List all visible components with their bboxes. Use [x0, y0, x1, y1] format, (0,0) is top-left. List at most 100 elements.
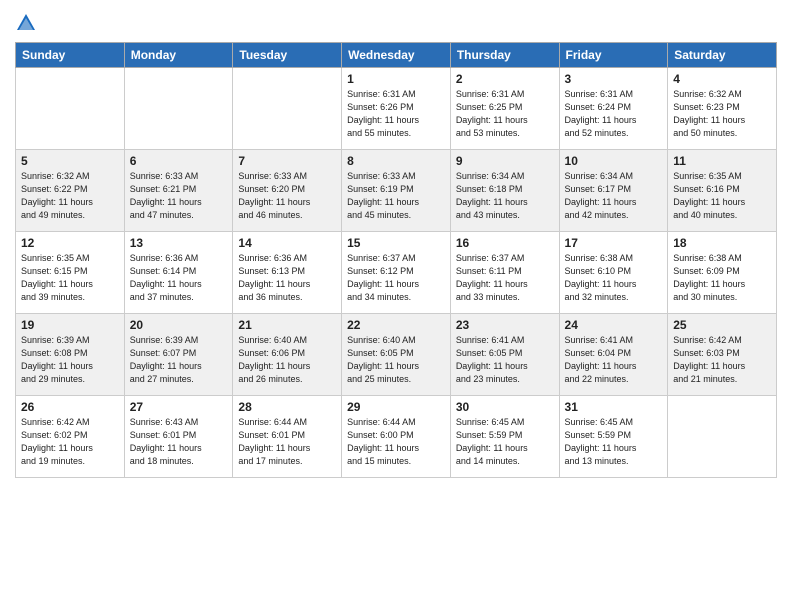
day-info: Sunrise: 6:33 AM Sunset: 6:19 PM Dayligh…	[347, 170, 445, 222]
day-info: Sunrise: 6:42 AM Sunset: 6:03 PM Dayligh…	[673, 334, 771, 386]
day-info: Sunrise: 6:34 AM Sunset: 6:18 PM Dayligh…	[456, 170, 554, 222]
calendar-cell: 12Sunrise: 6:35 AM Sunset: 6:15 PM Dayli…	[16, 232, 125, 314]
logo-icon	[15, 12, 37, 34]
day-number: 8	[347, 154, 445, 168]
day-info: Sunrise: 6:44 AM Sunset: 6:01 PM Dayligh…	[238, 416, 336, 468]
calendar-cell: 16Sunrise: 6:37 AM Sunset: 6:11 PM Dayli…	[450, 232, 559, 314]
day-header-thursday: Thursday	[450, 43, 559, 68]
day-info: Sunrise: 6:37 AM Sunset: 6:12 PM Dayligh…	[347, 252, 445, 304]
calendar-cell: 25 Sunrise: 6:42 AM Sunset: 6:03 PM Dayli…	[668, 314, 777, 396]
day-header-monday: Monday	[124, 43, 233, 68]
calendar-cell: 19 Sunrise: 6:39 AM Sunset: 6:08 PM Dayli…	[16, 314, 125, 396]
calendar-cell: 5 Sunrise: 6:32 AM Sunset: 6:22 PM Daylig…	[16, 150, 125, 232]
day-number: 13	[130, 236, 228, 250]
calendar-cell: 13 Sunrise: 6:36 AM Sunset: 6:14 PM Dayli…	[124, 232, 233, 314]
day-number: 18	[673, 236, 771, 250]
day-info: Sunrise: 6:39 AM Sunset: 6:07 PM Dayligh…	[130, 334, 228, 386]
day-number: 19	[21, 318, 119, 332]
calendar-cell: 2Sunrise: 6:31 AM Sunset: 6:25 PM Daylig…	[450, 68, 559, 150]
day-info: Sunrise: 6:40 AM Sunset: 6:05 PM Dayligh…	[347, 334, 445, 386]
calendar-cell: 1Sunrise: 6:31 AM Sunset: 6:26 PM Daylig…	[342, 68, 451, 150]
calendar-cell: 29Sunrise: 6:44 AM Sunset: 6:00 PM Dayli…	[342, 396, 451, 478]
day-number: 16	[456, 236, 554, 250]
calendar-cell: 11 Sunrise: 6:35 AM Sunset: 6:16 PM Dayli…	[668, 150, 777, 232]
calendar-header-row: SundayMondayTuesdayWednesdayThursdayFrid…	[16, 43, 777, 68]
calendar-cell: 30 Sunrise: 6:45 AM Sunset: 5:59 PM Dayli…	[450, 396, 559, 478]
calendar-table: SundayMondayTuesdayWednesdayThursdayFrid…	[15, 42, 777, 478]
calendar-week-1: 1Sunrise: 6:31 AM Sunset: 6:26 PM Daylig…	[16, 68, 777, 150]
day-info: Sunrise: 6:34 AM Sunset: 6:17 PM Dayligh…	[565, 170, 663, 222]
calendar-cell: 18 Sunrise: 6:38 AM Sunset: 6:09 PM Dayli…	[668, 232, 777, 314]
calendar-cell: 21 Sunrise: 6:40 AM Sunset: 6:06 PM Dayli…	[233, 314, 342, 396]
day-number: 2	[456, 72, 554, 86]
day-info: Sunrise: 6:45 AM Sunset: 5:59 PM Dayligh…	[456, 416, 554, 468]
calendar-cell: 10 Sunrise: 6:34 AM Sunset: 6:17 PM Dayli…	[559, 150, 668, 232]
day-number: 31	[565, 400, 663, 414]
day-info: Sunrise: 6:35 AM Sunset: 6:15 PM Dayligh…	[21, 252, 119, 304]
page-header	[15, 10, 777, 34]
calendar-cell: 24 Sunrise: 6:41 AM Sunset: 6:04 PM Dayli…	[559, 314, 668, 396]
day-number: 21	[238, 318, 336, 332]
day-number: 1	[347, 72, 445, 86]
calendar-week-4: 19 Sunrise: 6:39 AM Sunset: 6:08 PM Dayli…	[16, 314, 777, 396]
calendar-week-2: 5 Sunrise: 6:32 AM Sunset: 6:22 PM Daylig…	[16, 150, 777, 232]
day-info: Sunrise: 6:41 AM Sunset: 6:04 PM Dayligh…	[565, 334, 663, 386]
calendar-cell: 4 Sunrise: 6:32 AM Sunset: 6:23 PM Daylig…	[668, 68, 777, 150]
day-number: 15	[347, 236, 445, 250]
calendar-cell: 27 Sunrise: 6:43 AM Sunset: 6:01 PM Dayli…	[124, 396, 233, 478]
day-header-sunday: Sunday	[16, 43, 125, 68]
day-info: Sunrise: 6:43 AM Sunset: 6:01 PM Dayligh…	[130, 416, 228, 468]
calendar-cell: 9 Sunrise: 6:34 AM Sunset: 6:18 PM Daylig…	[450, 150, 559, 232]
day-info: Sunrise: 6:32 AM Sunset: 6:22 PM Dayligh…	[21, 170, 119, 222]
calendar-week-3: 12Sunrise: 6:35 AM Sunset: 6:15 PM Dayli…	[16, 232, 777, 314]
day-info: Sunrise: 6:31 AM Sunset: 6:24 PM Dayligh…	[565, 88, 663, 140]
day-info: Sunrise: 6:41 AM Sunset: 6:05 PM Dayligh…	[456, 334, 554, 386]
day-info: Sunrise: 6:33 AM Sunset: 6:21 PM Dayligh…	[130, 170, 228, 222]
day-number: 25	[673, 318, 771, 332]
day-number: 14	[238, 236, 336, 250]
day-info: Sunrise: 6:33 AM Sunset: 6:20 PM Dayligh…	[238, 170, 336, 222]
day-number: 29	[347, 400, 445, 414]
day-info: Sunrise: 6:38 AM Sunset: 6:10 PM Dayligh…	[565, 252, 663, 304]
calendar-cell: 26 Sunrise: 6:42 AM Sunset: 6:02 PM Dayli…	[16, 396, 125, 478]
day-number: 9	[456, 154, 554, 168]
day-info: Sunrise: 6:39 AM Sunset: 6:08 PM Dayligh…	[21, 334, 119, 386]
calendar-cell: 28 Sunrise: 6:44 AM Sunset: 6:01 PM Dayli…	[233, 396, 342, 478]
calendar-cell	[16, 68, 125, 150]
calendar-cell: 8 Sunrise: 6:33 AM Sunset: 6:19 PM Daylig…	[342, 150, 451, 232]
logo	[15, 14, 41, 34]
day-header-tuesday: Tuesday	[233, 43, 342, 68]
day-number: 5	[21, 154, 119, 168]
day-info: Sunrise: 6:40 AM Sunset: 6:06 PM Dayligh…	[238, 334, 336, 386]
day-header-wednesday: Wednesday	[342, 43, 451, 68]
day-number: 27	[130, 400, 228, 414]
calendar-cell: 7 Sunrise: 6:33 AM Sunset: 6:20 PM Daylig…	[233, 150, 342, 232]
day-number: 26	[21, 400, 119, 414]
calendar-cell: 20 Sunrise: 6:39 AM Sunset: 6:07 PM Dayli…	[124, 314, 233, 396]
day-header-friday: Friday	[559, 43, 668, 68]
calendar-cell	[233, 68, 342, 150]
day-number: 10	[565, 154, 663, 168]
calendar-cell: 3 Sunrise: 6:31 AM Sunset: 6:24 PM Daylig…	[559, 68, 668, 150]
day-info: Sunrise: 6:42 AM Sunset: 6:02 PM Dayligh…	[21, 416, 119, 468]
day-header-saturday: Saturday	[668, 43, 777, 68]
day-number: 30	[456, 400, 554, 414]
day-info: Sunrise: 6:36 AM Sunset: 6:13 PM Dayligh…	[238, 252, 336, 304]
day-number: 4	[673, 72, 771, 86]
day-info: Sunrise: 6:35 AM Sunset: 6:16 PM Dayligh…	[673, 170, 771, 222]
day-number: 28	[238, 400, 336, 414]
calendar-cell: 23Sunrise: 6:41 AM Sunset: 6:05 PM Dayli…	[450, 314, 559, 396]
calendar-cell: 6 Sunrise: 6:33 AM Sunset: 6:21 PM Daylig…	[124, 150, 233, 232]
calendar-week-5: 26 Sunrise: 6:42 AM Sunset: 6:02 PM Dayli…	[16, 396, 777, 478]
day-number: 7	[238, 154, 336, 168]
day-number: 6	[130, 154, 228, 168]
day-number: 17	[565, 236, 663, 250]
day-number: 11	[673, 154, 771, 168]
day-info: Sunrise: 6:38 AM Sunset: 6:09 PM Dayligh…	[673, 252, 771, 304]
day-number: 24	[565, 318, 663, 332]
day-info: Sunrise: 6:32 AM Sunset: 6:23 PM Dayligh…	[673, 88, 771, 140]
day-number: 3	[565, 72, 663, 86]
day-number: 20	[130, 318, 228, 332]
calendar-cell: 15 Sunrise: 6:37 AM Sunset: 6:12 PM Dayli…	[342, 232, 451, 314]
day-info: Sunrise: 6:36 AM Sunset: 6:14 PM Dayligh…	[130, 252, 228, 304]
